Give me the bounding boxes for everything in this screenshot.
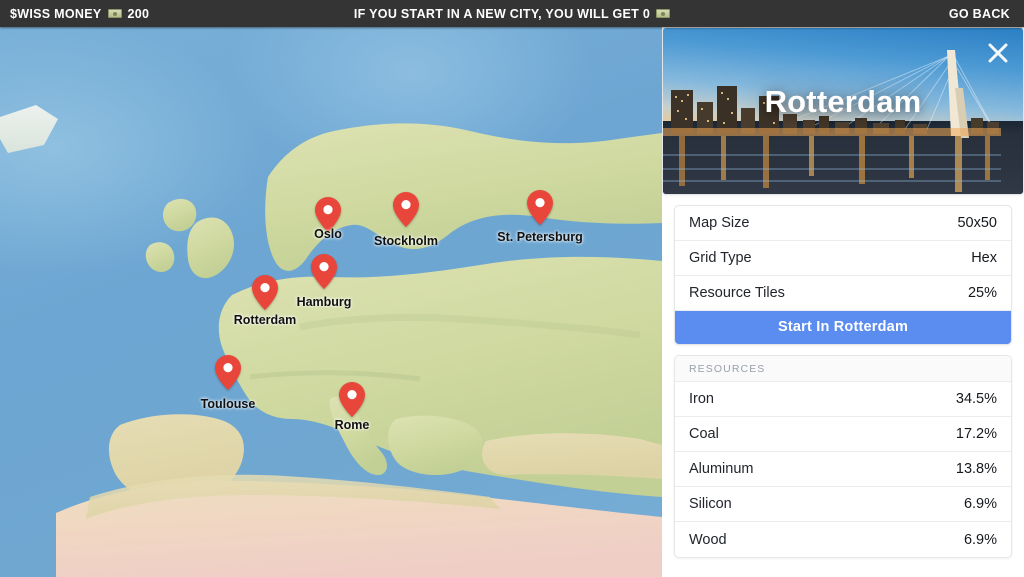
city-title: Rotterdam [663,84,1023,120]
detail-row-grid-type: Grid Type Hex [675,241,1011,276]
resource-value: 34.5% [956,391,997,407]
detail-value: Hex [971,250,997,266]
close-icon[interactable] [985,40,1011,66]
detail-label: Grid Type [689,250,752,266]
resource-label: Silicon [689,496,732,512]
resource-row-iron: Iron 34.5% [675,382,1011,417]
resource-value: 6.9% [964,496,997,512]
detail-row-map-size: Map Size 50x50 [675,206,1011,241]
map-pin-oslo[interactable] [315,197,341,232]
banknote-icon [656,9,670,18]
go-back-button[interactable]: GO BACK [949,7,1010,21]
city-info-sidebar: Rotterdam Map Size 50x50 Grid Type Hex R… [662,27,1024,577]
detail-label: Map Size [689,215,749,231]
start-in-city-button[interactable]: Start In Rotterdam [675,311,1011,344]
resources-card: RESOURCES Iron 34.5% Coal 17.2% Aluminum… [674,355,1012,558]
city-details-card: Map Size 50x50 Grid Type Hex Resource Ti… [674,205,1012,345]
city-hero-card: Rotterdam [662,27,1024,195]
resource-label: Coal [689,426,719,442]
detail-label: Resource Tiles [689,285,785,301]
top-status-bar: $WISS MONEY 200 IF YOU START IN A NEW CI… [0,0,1024,27]
resource-label: Aluminum [689,461,753,477]
resource-value: 13.8% [956,461,997,477]
city-select-screen: $WISS MONEY 200 IF YOU START IN A NEW CI… [0,0,1024,577]
resource-row-silicon: Silicon 6.9% [675,487,1011,522]
detail-value: 50x50 [957,215,997,231]
map-pin-hamburg[interactable] [311,254,337,289]
europe-map[interactable]: Oslo Stockholm St. Petersburg Hamburg Ro… [0,27,662,577]
map-pin-st-petersburg[interactable] [527,190,553,225]
resource-row-wood: Wood 6.9% [675,522,1011,557]
resources-heading: RESOURCES [675,356,1011,382]
map-pin-rome[interactable] [339,382,365,417]
resource-label: Iron [689,391,714,407]
resource-label: Wood [689,532,727,548]
landmass-layer [0,27,662,577]
map-pin-rotterdam[interactable] [252,275,278,310]
new-city-hint-text: IF YOU START IN A NEW CITY, YOU WILL GET… [354,7,650,21]
map-pin-toulouse[interactable] [215,355,241,390]
resource-row-aluminum: Aluminum 13.8% [675,452,1011,487]
resource-row-coal: Coal 17.2% [675,417,1011,452]
resource-value: 6.9% [964,532,997,548]
map-pin-stockholm[interactable] [393,192,419,227]
new-city-hint: IF YOU START IN A NEW CITY, YOU WILL GET… [0,7,1024,21]
resource-value: 17.2% [956,426,997,442]
detail-value: 25% [968,285,997,301]
detail-row-resource-tiles: Resource Tiles 25% [675,276,1011,311]
